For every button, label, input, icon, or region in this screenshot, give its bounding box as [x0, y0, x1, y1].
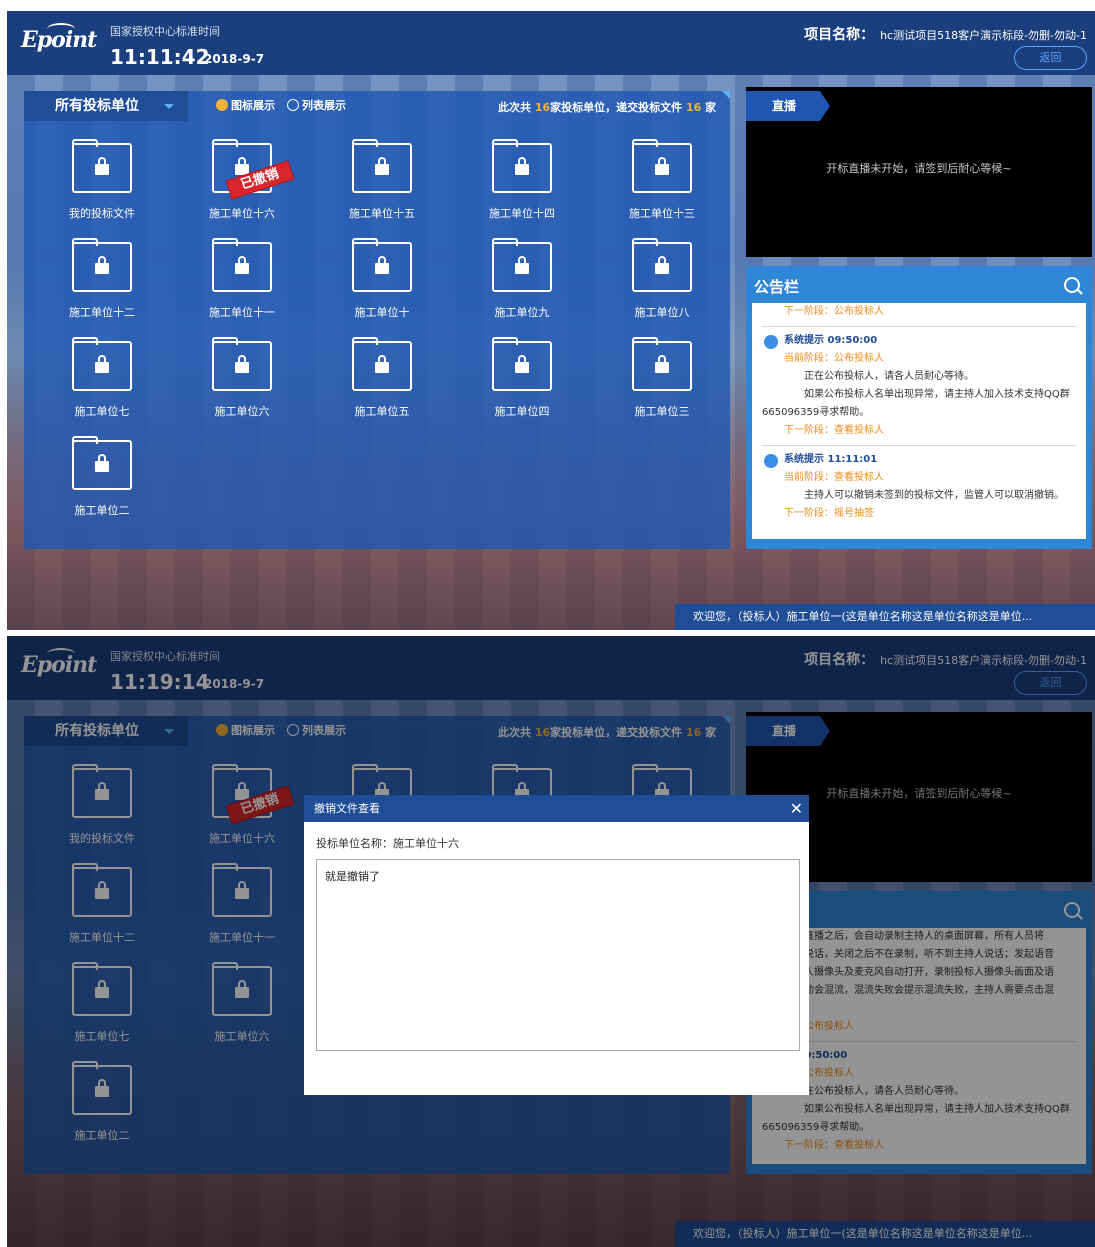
folder-label: 我的投标文件 [69, 207, 135, 220]
lock-icon [235, 256, 249, 274]
screen-1: Epoint 国家授权中心标准时间 11:11:42 2018-9-7 项目名称… [7, 11, 1095, 630]
folder-label: 施工单位十六 [209, 207, 275, 220]
clock-date: 2018-9-7 [204, 52, 265, 66]
lock-icon [515, 157, 529, 175]
lock-icon [235, 355, 249, 373]
folder-label: 施工单位十二 [69, 306, 135, 319]
folder-label: 施工单位九 [494, 306, 550, 319]
list-view-radio[interactable]: 列表展示 [287, 99, 346, 113]
divider [762, 445, 1076, 446]
avatar-icon [764, 335, 778, 349]
lock-icon [655, 157, 669, 175]
folder-label: 施工单位十五 [349, 207, 415, 220]
panel-toolbar: 所有投标单位 图标展示 列表展示 此次共 16家投标单位，递交投标文件 16 家 [24, 91, 730, 121]
bidder-folder[interactable]: 施工单位十四 [462, 139, 582, 235]
lock-icon [375, 355, 389, 373]
lock-icon [655, 256, 669, 274]
bidder-count-text: 此次共 16家投标单位，递交投标文件 16 家 [498, 101, 717, 114]
lock-icon [95, 355, 109, 373]
notice-board: 公告栏 下一阶段：公布投标人 系统提示 09:50:00 当前阶段：公布投标人 … [746, 266, 1092, 549]
revoke-reason-textarea[interactable]: 就是撤销了 [316, 859, 800, 1051]
bidder-panel: 所有投标单位 图标展示 列表展示 此次共 16家投标单位，递交投标文件 16 家… [24, 91, 730, 549]
project-name: 项目名称： hc测试项目518客户演示标段-勿删-勿动-1 [804, 27, 1087, 43]
notice-current-stage: 当前阶段：公布投标人 [784, 353, 884, 364]
lock-icon [375, 157, 389, 175]
lock-icon [375, 256, 389, 274]
bidder-filter-dropdown[interactable]: 所有投标单位 [24, 91, 188, 121]
close-icon[interactable]: ✕ [790, 795, 803, 822]
bidder-folder[interactable]: 施工单位十三 [602, 139, 722, 235]
lock-icon [235, 157, 249, 175]
bidder-folder[interactable]: 我的投标文件 [42, 139, 162, 235]
search-icon[interactable] [1064, 277, 1080, 293]
bidder-folder[interactable]: 施工单位二 [42, 436, 162, 532]
dialog-title: 撤销文件查看 [314, 802, 380, 815]
caret-down-icon [164, 104, 174, 109]
folder-label: 施工单位三 [634, 405, 690, 418]
bidder-folder[interactable]: 已撤销 施工单位十六 [182, 139, 302, 235]
notice-next-stage: 下一阶段：公布投标人 [784, 306, 884, 317]
notice-text: 主持人可以撤销未签到的投标文件，监管人可以取消撤销。 [804, 490, 1064, 501]
back-button[interactable]: 返回 [1014, 46, 1087, 70]
bidder-folder[interactable]: 施工单位十二 [42, 238, 162, 334]
screen-2: Epoint 国家授权中心标准时间 11:19:14 2018-9-7 项目名称… [7, 636, 1095, 1247]
bidder-folder[interactable]: 施工单位十一 [182, 238, 302, 334]
lock-icon [515, 256, 529, 274]
corner-decoration [722, 91, 730, 99]
folder-label: 施工单位十 [354, 306, 410, 319]
folder-label: 施工单位八 [634, 306, 690, 319]
epoint-logo: Epoint [21, 23, 97, 59]
folder-label: 施工单位十三 [629, 207, 695, 220]
live-status-message: 开标直播未开始，请签到后耐心等候~ [826, 162, 1012, 175]
notice-list: 下一阶段：公布投标人 系统提示 09:50:00 当前阶段：公布投标人 正在公布… [752, 303, 1086, 539]
lock-icon [95, 454, 109, 472]
folder-label: 施工单位十一 [209, 306, 275, 319]
revoke-file-dialog: 撤销文件查看 ✕ 投标单位名称：施工单位十六 就是撤销了 [304, 795, 809, 1095]
bidder-name-label: 投标单位名称：施工单位十六 [316, 837, 459, 850]
folder-label: 施工单位七 [74, 405, 130, 418]
folder-label: 施工单位四 [494, 405, 550, 418]
time-caption: 国家授权中心标准时间 [110, 25, 220, 38]
notice-header: 系统提示 09:50:00 [762, 332, 1076, 350]
notice-title: 公告栏 [754, 278, 800, 296]
bidder-folder[interactable]: 施工单位六 [182, 337, 302, 433]
folder-label: 施工单位六 [214, 405, 270, 418]
radio-empty-icon [287, 99, 299, 111]
lock-icon [655, 355, 669, 373]
lock-icon [515, 355, 529, 373]
live-tab[interactable]: 直播 [746, 91, 830, 121]
bidder-folder[interactable]: 施工单位三 [602, 337, 722, 433]
top-header: Epoint 国家授权中心标准时间 11:11:42 2018-9-7 项目名称… [7, 11, 1095, 75]
folder-label: 施工单位十四 [489, 207, 555, 220]
bidder-folder[interactable]: 施工单位十 [322, 238, 442, 334]
notice-current-stage: 当前阶段：查看投标人 [784, 472, 884, 483]
divider [762, 326, 1076, 327]
notice-next-stage: 下一阶段：摇号抽签 [784, 508, 874, 519]
notice-text: 665096359寻求帮助。 [762, 407, 870, 418]
bidder-folder[interactable]: 施工单位七 [42, 337, 162, 433]
bidder-folder[interactable]: 施工单位四 [462, 337, 582, 433]
icon-view-radio[interactable]: 图标展示 [216, 99, 275, 113]
bidder-folder[interactable]: 施工单位八 [602, 238, 722, 334]
bidder-folder[interactable]: 施工单位五 [322, 337, 442, 433]
notice-text: 如果公布投标人名单出现异常，请主持人加入技术支持QQ群 [804, 389, 1070, 400]
folder-label: 施工单位五 [354, 405, 410, 418]
lock-icon [95, 157, 109, 175]
clock-time: 11:11:42 [110, 45, 210, 69]
lock-icon [95, 256, 109, 274]
dialog-header: 撤销文件查看 ✕ [304, 795, 809, 822]
notice-next-stage: 下一阶段：查看投标人 [784, 425, 884, 436]
radio-checked-icon [216, 99, 228, 111]
notice-header: 系统提示 11:11:01 [762, 451, 1076, 469]
bidder-folder[interactable]: 施工单位九 [462, 238, 582, 334]
welcome-marquee: 欢迎您，（投标人）施工单位一(这是单位名称这是单位名称这是单位... [675, 604, 1095, 630]
bidder-folder[interactable]: 施工单位十五 [322, 139, 442, 235]
avatar-icon [764, 454, 778, 468]
folder-label: 施工单位二 [74, 504, 130, 517]
notice-text: 正在公布投标人，请各人员耐心等待。 [804, 371, 974, 382]
